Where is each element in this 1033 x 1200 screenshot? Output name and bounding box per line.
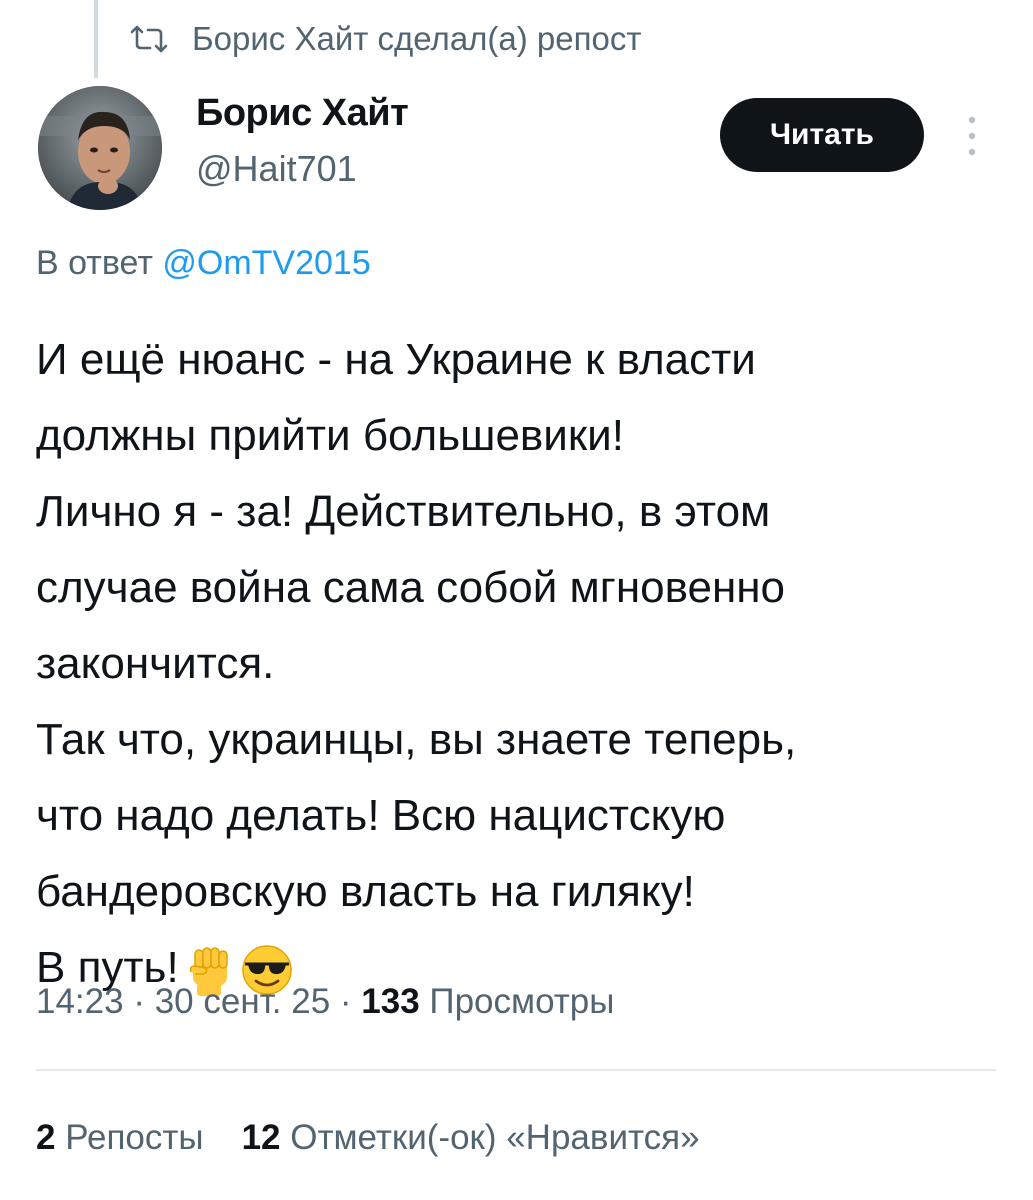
- reply-to: В ответ @OmTV2015: [36, 244, 371, 283]
- reply-mention-link[interactable]: @OmTV2015: [162, 244, 370, 282]
- more-vertical-icon: [968, 116, 976, 156]
- tweet-line: закончится.: [36, 639, 275, 688]
- tweet-line: что надо делать! Всю нацистскую: [36, 791, 726, 840]
- avatar-photo: [38, 86, 162, 210]
- reposts-label: Репосты: [55, 1118, 204, 1157]
- tweet-line: Лично я - за! Действительно, в этом: [36, 487, 771, 536]
- tweet-line: случае война сама собой мгновенно: [36, 563, 786, 612]
- meta-separator: ·: [330, 982, 362, 1021]
- thread-line: [94, 0, 98, 78]
- reply-prefix: В ответ: [36, 244, 153, 282]
- repost-text: Борис Хайт сделал(а) репост: [192, 20, 642, 57]
- author-handle[interactable]: @Hait701: [196, 148, 357, 190]
- likes-count: 12: [241, 1118, 281, 1157]
- tweet-meta: 14:23 · 30 сент. 25 · 133 Просмотры: [36, 982, 614, 1022]
- tweet-line: должны прийти большевики!: [36, 411, 624, 460]
- likes-label: Отметки(-ок) «Нравится»: [280, 1118, 700, 1157]
- tweet-date[interactable]: 30 сент. 25: [155, 982, 330, 1021]
- tweet-line: Так что, украинцы, вы знаете теперь,: [36, 715, 797, 764]
- tweet-text: И ещё нюанс - на Украине к власти должны…: [36, 322, 996, 1006]
- avatar[interactable]: [38, 86, 162, 210]
- likes-stat[interactable]: 12 Отметки(-ок) «Нравится»: [242, 1118, 700, 1158]
- more-button[interactable]: [958, 112, 986, 160]
- views-count: 133: [361, 982, 420, 1021]
- tweet-line: бандеровскую власть на гиляку!: [36, 867, 695, 916]
- repost-indicator[interactable]: Борис Хайт сделал(а) репост: [128, 14, 641, 64]
- views-label: Просмотры: [419, 982, 615, 1021]
- reposts-count: 2: [36, 1118, 56, 1157]
- tweet-line: И ещё нюанс - на Украине к власти: [36, 335, 756, 384]
- reposts-stat[interactable]: 2 Репосты: [36, 1118, 204, 1158]
- author-name[interactable]: Борис Хайт: [196, 92, 409, 135]
- follow-button[interactable]: Читать: [720, 98, 924, 172]
- repost-icon: [130, 25, 168, 53]
- tweet-time[interactable]: 14:23: [36, 982, 124, 1021]
- meta-separator: ·: [123, 982, 155, 1021]
- divider: [36, 1069, 996, 1071]
- engagement-stats: 2 Репосты 12 Отметки(-ок) «Нравится»: [36, 1118, 738, 1158]
